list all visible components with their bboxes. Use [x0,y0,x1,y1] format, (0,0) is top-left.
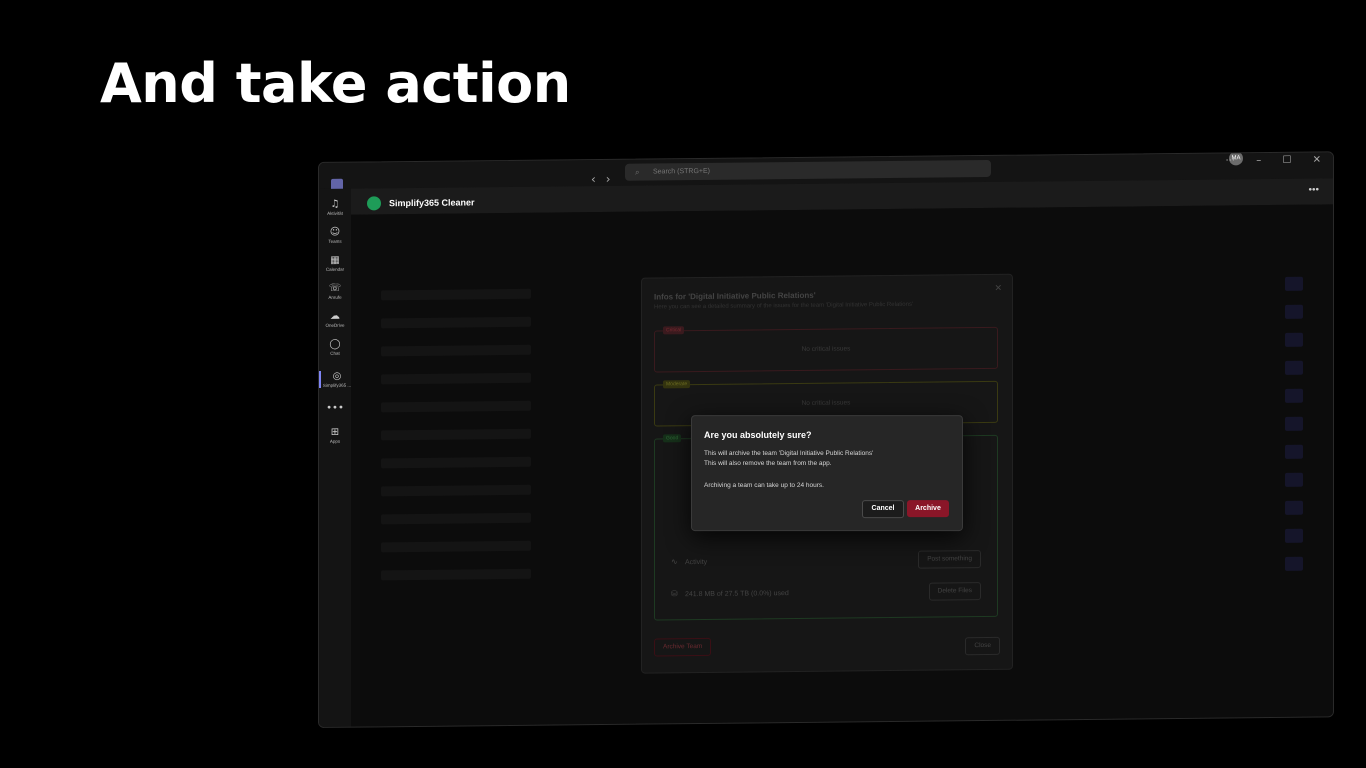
critical-tag: Critical [663,326,685,335]
window-controls: ··· – ☐ ✕ [1208,154,1321,166]
simplify365-logo-icon [367,196,381,211]
rail-item-chat[interactable]: ◯ Chat [319,339,351,356]
app-rail: ♫ Aktivität ☺ Teams ▦ Calendar ☏ Anrufe ☁ One… [319,188,353,727]
activity-icon: ∿ [671,557,678,567]
archive-team-button[interactable]: Archive Team [654,637,712,657]
cancel-button[interactable]: Cancel [862,500,904,519]
row-chip [1285,276,1303,291]
panel-close-icon[interactable]: ✕ [994,283,1002,294]
rail-item-onedrive[interactable]: ☁ OneDrive [319,311,351,328]
moderate-message: No critical issues [801,399,851,407]
activity-row: ∿ Activity Post something [671,548,981,577]
close-button[interactable]: Close [965,636,1000,656]
list-item [381,512,531,525]
maximize-icon[interactable]: ☐ [1282,155,1291,166]
rail-item-simplify[interactable]: ◎ Simplify365 ... [319,370,353,388]
confirm-archive-dialog: Are you absolutely sure? This will archi… [691,415,963,532]
row-chip [1285,332,1303,347]
list-item [381,484,531,497]
row-chip [1285,528,1303,543]
rail-item-calls[interactable]: ☏ Anrufe [319,283,351,300]
search-icon: ⌕ [635,167,640,177]
nav-arrows[interactable]: ‹› [591,172,621,186]
row-chip [1285,472,1303,487]
phone-icon: ☏ [328,282,342,294]
row-chip [1285,360,1303,375]
rail-item-teams[interactable]: ☺ Teams [319,227,351,244]
rail-item-calendar[interactable]: ▦ Calendar [319,255,351,272]
cloud-icon: ☁ [330,310,340,322]
list-item [381,540,531,553]
moderate-tag: Moderate [663,380,691,389]
dialog-text-1: This will archive the team 'Digital Init… [704,450,874,458]
row-chip [1285,304,1303,319]
panel-title: Infos for 'Digital Initiative Public Rel… [654,290,816,302]
storage-icon: ⛁ [671,589,678,599]
dialog-text-2: This will also remove the team from the … [704,460,832,468]
dialog-text-3: Archiving a team can take up to 24 hours… [704,482,824,490]
calendar-icon: ▦ [330,254,340,266]
teams-icon: ☺ [329,226,341,238]
rail-more[interactable]: ••• [319,403,351,415]
row-chip [1285,500,1303,515]
more-icon[interactable]: ··· [1226,155,1236,166]
critical-message: No critical issues [801,345,851,353]
close-icon[interactable]: ✕ [1313,154,1321,165]
rail-item-activity[interactable]: ♫ Aktivität [319,199,351,216]
teams-window: ‹› ⌕ Search (STRG+E) MA ··· – ☐ ✕ ♫ Aktiv… [318,151,1334,728]
page-headline: And take action [100,52,571,115]
list-item [381,316,531,329]
search-placeholder: Search (STRG+E) [653,167,710,176]
post-something-button[interactable]: Post something [918,550,981,569]
delete-files-button[interactable]: Delete Files [928,582,981,601]
app-title: Simplify365 Cleaner [389,197,475,209]
list-item [381,456,531,469]
chat-icon: ◯ [329,338,341,350]
list-item [381,288,531,301]
list-item [381,428,531,441]
app-more-icon[interactable]: ••• [1308,185,1319,196]
row-chip [1285,556,1303,571]
list-item [381,400,531,413]
list-item [381,344,531,357]
critical-section: Critical No critical issues [654,326,998,373]
archive-button[interactable]: Archive [907,500,949,518]
bell-icon: ♫ [330,198,340,210]
row-chip [1285,444,1303,459]
storage-row: ⛁ 241.8 MB of 27.5 TB (0.0%) used Delete… [671,580,981,609]
list-item [381,568,531,581]
rail-item-apps[interactable]: ⊞ Apps [319,427,351,444]
list-item [381,372,531,385]
simplify-icon: ◎ [332,370,342,382]
good-tag: Good [663,434,682,443]
dialog-title: Are you absolutely sure? [704,430,812,441]
search-input[interactable]: ⌕ Search (STRG+E) [625,159,991,181]
minimize-icon[interactable]: – [1256,155,1261,166]
panel-subtitle: Here you can see a detailed summary of t… [654,301,914,311]
row-chip [1285,388,1303,403]
row-chip [1285,416,1303,431]
plus-icon: ⊞ [330,426,340,438]
